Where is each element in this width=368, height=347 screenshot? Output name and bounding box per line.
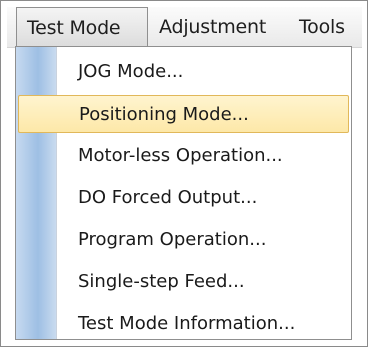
menu-item-label: Positioning Mode... xyxy=(79,104,249,125)
menu-item-test-mode-information[interactable]: Test Mode Information... xyxy=(16,305,351,343)
menu-item-label: Single-step Feed... xyxy=(78,271,245,292)
menu-item-do-forced-output[interactable]: DO Forced Output... xyxy=(16,179,351,217)
menu-test-mode[interactable]: Test Mode xyxy=(16,7,148,47)
menu-item-single-step-feed[interactable]: Single-step Feed... xyxy=(16,263,351,301)
menu-item-program-operation[interactable]: Program Operation... xyxy=(16,221,351,259)
menu-item-positioning-mode[interactable]: Positioning Mode... xyxy=(18,95,349,133)
menu-item-label: Program Operation... xyxy=(78,229,267,250)
menu-item-jog-mode[interactable]: JOG Mode... xyxy=(16,53,351,91)
menu-bar: Test Mode Adjustment Tools xyxy=(7,7,362,48)
menu-tools[interactable]: Tools xyxy=(299,7,345,47)
menu-item-label: DO Forced Output... xyxy=(78,187,258,208)
menu-item-motor-less-operation[interactable]: Motor-less Operation... xyxy=(16,137,351,175)
menu-adjustment[interactable]: Adjustment xyxy=(159,7,266,47)
screenshot-frame: Test Mode Adjustment Tools JOG Mode... P… xyxy=(0,0,368,347)
menu-item-label: Test Mode Information... xyxy=(78,313,296,334)
menu-item-label: JOG Mode... xyxy=(78,61,184,82)
menu-item-label: Motor-less Operation... xyxy=(78,145,283,166)
test-mode-dropdown: JOG Mode... Positioning Mode... Motor-le… xyxy=(15,46,352,340)
